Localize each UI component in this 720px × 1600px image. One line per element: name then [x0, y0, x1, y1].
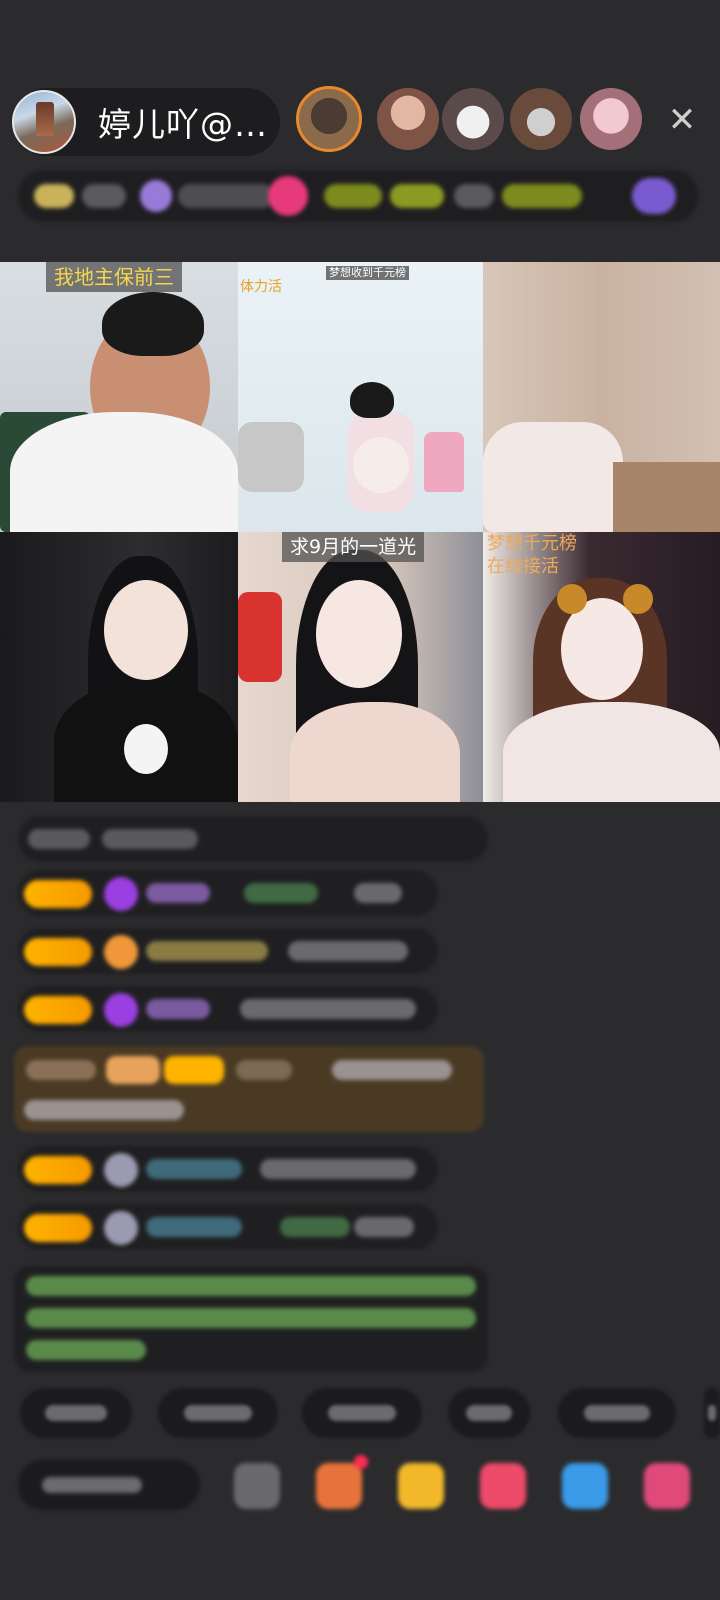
- quick-reply-button[interactable]: [704, 1388, 720, 1438]
- game-icon[interactable]: [562, 1463, 608, 1509]
- guest-video-tile-4[interactable]: [0, 532, 238, 802]
- tile-label: 我地主保前三: [46, 262, 182, 292]
- chat-message[interactable]: [18, 1146, 438, 1192]
- chat-message[interactable]: [18, 986, 438, 1032]
- chat-message[interactable]: [18, 870, 438, 916]
- viewer-avatar[interactable]: [442, 88, 504, 150]
- quick-reply-button[interactable]: [158, 1388, 278, 1438]
- host-name: 婷儿吖@…: [98, 105, 268, 144]
- info-chip: [82, 184, 126, 208]
- tile-label: 体力活: [240, 279, 282, 295]
- guest-video-tile-6[interactable]: 梦想千元榜 在线接活: [483, 532, 720, 802]
- quick-reply-button[interactable]: [448, 1388, 530, 1438]
- tag-chip: [390, 184, 444, 208]
- gift-bag-icon[interactable]: [398, 1463, 444, 1509]
- viewer-avatar[interactable]: [510, 88, 572, 150]
- tag-chip: [454, 184, 494, 208]
- close-icon[interactable]: ✕: [662, 100, 702, 140]
- guest-video-tile-3[interactable]: [483, 262, 720, 532]
- viewer-avatar[interactable]: [296, 86, 362, 152]
- tile-label: 梦想千元榜 在线接活: [487, 533, 577, 577]
- chat-message[interactable]: [18, 1204, 438, 1250]
- info-chip: [178, 184, 274, 208]
- activity-icon[interactable]: [632, 178, 676, 214]
- tile-label: 梦想收到千元榜: [326, 266, 409, 280]
- rank-chip: [34, 184, 74, 208]
- more-icon[interactable]: [644, 1463, 690, 1509]
- guest-video-tile-5[interactable]: 求9月的一道光: [238, 532, 483, 802]
- tile-label: 求9月的一道光: [282, 532, 425, 562]
- host-avatar[interactable]: [12, 90, 76, 154]
- hot-icon: [140, 180, 172, 212]
- chat-message[interactable]: [18, 816, 488, 862]
- chat-message[interactable]: [18, 928, 438, 974]
- room-info-bar[interactable]: [18, 170, 698, 222]
- chat-message-highlight[interactable]: [14, 1046, 484, 1132]
- quick-reply-button[interactable]: [20, 1388, 132, 1438]
- fans-club-icon[interactable]: [268, 176, 308, 216]
- host-info-pill[interactable]: 婷儿吖@…: [12, 88, 280, 156]
- quick-reply-button[interactable]: [302, 1388, 422, 1438]
- emoji-icon[interactable]: [234, 1463, 280, 1509]
- red-envelope-icon[interactable]: [480, 1463, 526, 1509]
- system-notice: [14, 1266, 488, 1372]
- guest-video-tile-1[interactable]: 我地主保前三: [0, 262, 238, 532]
- quick-reply-button[interactable]: [558, 1388, 676, 1438]
- viewer-avatar[interactable]: [580, 88, 642, 150]
- tag-chip: [502, 184, 582, 208]
- viewer-avatar[interactable]: [377, 88, 439, 150]
- gift-box-icon[interactable]: [316, 1455, 368, 1509]
- guest-video-tile-2[interactable]: 梦想收到千元榜 体力活: [238, 262, 483, 532]
- tag-chip: [324, 184, 382, 208]
- comment-input[interactable]: [18, 1460, 200, 1510]
